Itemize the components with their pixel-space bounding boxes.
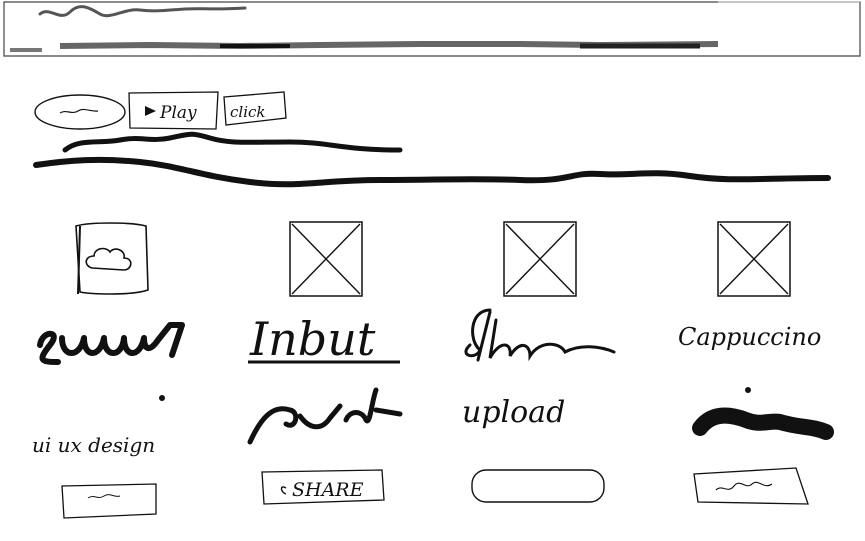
scribble-word-3	[247, 387, 403, 445]
control-row: Play click	[34, 91, 287, 130]
wireframe-sketch: Play click Inbut Cappuccino ui ux design…	[3, 1, 861, 519]
cloud-icon-card[interactable]	[75, 222, 149, 295]
header-title-scribble	[38, 5, 247, 18]
image-placeholder-3	[717, 221, 791, 297]
play-button-label: Play	[159, 103, 197, 123]
scribble-line-1	[62, 131, 403, 153]
scribble-word-2	[464, 308, 616, 362]
share-icon	[280, 486, 287, 495]
label-inbut: Inbut	[249, 312, 376, 366]
image-placeholder-1	[289, 221, 363, 297]
header-bar	[3, 1, 861, 57]
click-button[interactable]: click	[223, 91, 287, 126]
pill-button[interactable]	[34, 94, 126, 130]
scribble-word-4	[692, 407, 834, 440]
scribble-word-1	[37, 322, 185, 365]
play-icon	[145, 106, 156, 116]
rounded-input-button[interactable]	[471, 469, 605, 503]
share-button-label: SHARE	[292, 479, 364, 501]
handwritten-row-1: Inbut Cappuccino	[37, 308, 821, 366]
scribble-line-2	[33, 156, 831, 188]
cloud-icon	[85, 247, 132, 271]
label-upload: upload	[462, 395, 565, 430]
play-button[interactable]: Play	[128, 91, 219, 130]
click-button-label: click	[230, 103, 266, 121]
text-field-button[interactable]	[693, 467, 809, 505]
handwritten-row-2: ui ux design upload	[32, 387, 834, 457]
label-cappuccino: Cappuccino	[678, 323, 821, 351]
label-ui-ux-design: ui ux design	[32, 433, 155, 457]
share-button[interactable]: SHARE	[261, 469, 385, 505]
image-placeholder-2	[503, 221, 577, 297]
input-box-button[interactable]	[61, 483, 157, 519]
text-scribbles	[33, 131, 831, 188]
